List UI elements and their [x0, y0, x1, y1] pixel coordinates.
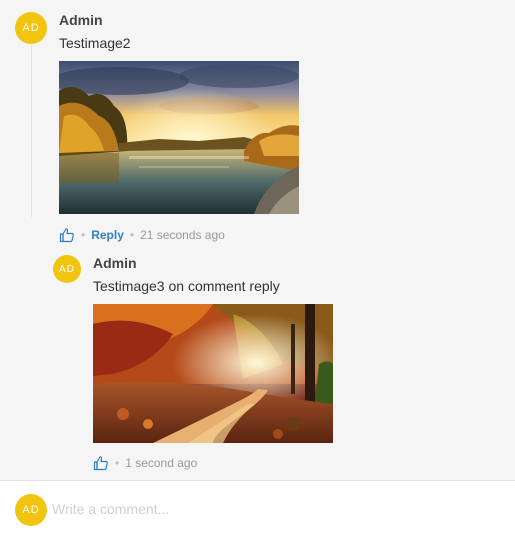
- comment-composer: AD: [0, 480, 515, 538]
- reply-avatar[interactable]: AD: [53, 255, 81, 283]
- comment-text: Testimage2: [59, 35, 131, 51]
- comment-timestamp: 21 seconds ago: [140, 228, 225, 242]
- reply-meta: • 1 second ago: [93, 455, 197, 471]
- comment-meta: • Reply • 21 seconds ago: [59, 227, 225, 243]
- thumbs-up-icon[interactable]: [93, 455, 109, 471]
- forest-path-image: [93, 304, 333, 443]
- thumbs-up-icon[interactable]: [59, 227, 75, 243]
- reply-button[interactable]: Reply: [91, 228, 124, 242]
- separator-dot: •: [129, 228, 135, 242]
- thread-line: [31, 45, 32, 217]
- separator-dot: •: [115, 456, 120, 470]
- comment-input[interactable]: [52, 495, 492, 523]
- comment-author[interactable]: Admin: [59, 12, 103, 28]
- reply-timestamp: 1 second ago: [125, 456, 198, 470]
- separator-dot: •: [81, 228, 86, 242]
- comment-image[interactable]: [59, 61, 299, 214]
- river-sunset-image: [59, 61, 299, 214]
- composer-avatar: AD: [15, 494, 47, 526]
- reply-author[interactable]: Admin: [93, 255, 137, 271]
- reply-text: Testimage3 on comment reply: [93, 278, 280, 294]
- reply-image[interactable]: [93, 304, 333, 443]
- avatar[interactable]: AD: [15, 12, 47, 44]
